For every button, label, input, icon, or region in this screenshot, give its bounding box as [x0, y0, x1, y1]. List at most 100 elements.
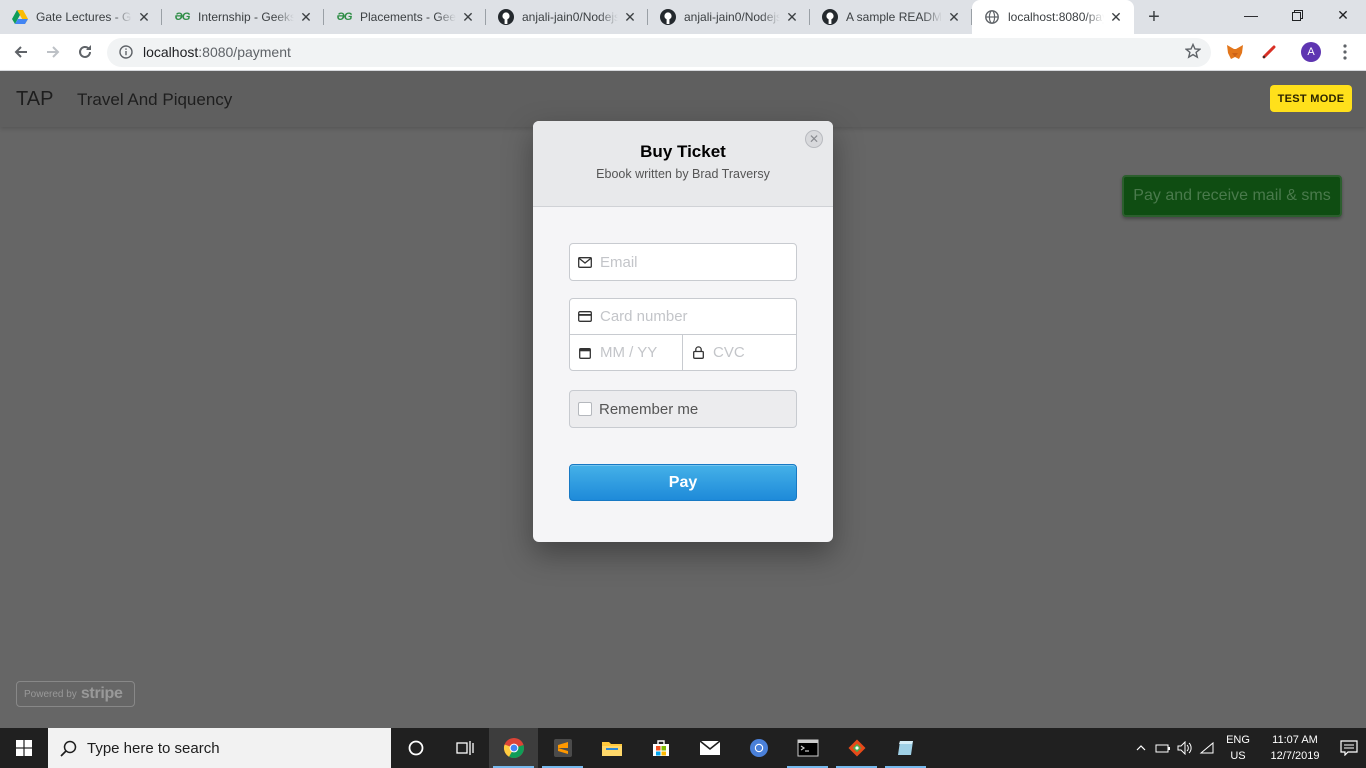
- pay-receive-mail-sms-button[interactable]: Pay and receive mail & sms: [1122, 175, 1342, 217]
- remember-me-label: Remember me: [599, 400, 699, 418]
- close-tab-icon[interactable]: ✕: [460, 9, 476, 25]
- close-window-icon[interactable]: ✕: [1320, 0, 1366, 30]
- site-info-icon[interactable]: [117, 43, 135, 61]
- stripe-wordmark: stripe: [80, 685, 123, 702]
- command-prompt-icon[interactable]: [783, 728, 832, 768]
- forward-icon[interactable]: [37, 36, 69, 68]
- battery-icon[interactable]: [1152, 743, 1174, 753]
- tab-title: anjali-jain0/Nodejs: [522, 10, 618, 24]
- chevron-up-icon[interactable]: [1130, 745, 1152, 751]
- tab-title: Gate Lectures - Google Drive: [36, 10, 132, 24]
- task-view-icon[interactable]: [440, 728, 489, 768]
- github-icon: [660, 9, 676, 25]
- checkout-title: Buy Ticket: [640, 142, 726, 161]
- app-navbar: TAP Travel And Piquency TEST MODE: [0, 71, 1366, 127]
- remember-me-checkbox[interactable]: [578, 402, 592, 416]
- globe-icon: [984, 9, 1000, 25]
- email-placeholder: Email: [600, 253, 638, 271]
- taskbar-clock[interactable]: 11:07 AM 12/7/2019: [1258, 732, 1332, 764]
- tab-title: A sample README: [846, 10, 942, 24]
- profile-avatar[interactable]: A: [1295, 36, 1327, 68]
- clock-date: 12/7/2019: [1270, 750, 1320, 762]
- powered-by-stripe-badge[interactable]: Powered by stripe: [16, 681, 135, 707]
- powered-by-text: Powered by: [24, 688, 77, 700]
- test-mode-badge: TEST MODE: [1270, 85, 1352, 112]
- tab-internship[interactable]: ƏG Internship - GeeksforGeeks ✕: [162, 0, 324, 34]
- envelope-icon: [570, 256, 600, 268]
- back-icon[interactable]: [5, 36, 37, 68]
- expiry-placeholder: MM / YY: [600, 344, 658, 361]
- google-drive-icon: [12, 9, 28, 25]
- close-modal-icon[interactable]: ✕: [805, 130, 823, 148]
- page-content: TAP Travel And Piquency TEST MODE Pay an…: [0, 71, 1366, 728]
- cortana-icon[interactable]: [391, 728, 440, 768]
- tab-github-nodejs-2[interactable]: anjali-jain0/Nodejs ✕: [648, 0, 810, 34]
- tab-github-nodejs-1[interactable]: anjali-jain0/Nodejs ✕: [486, 0, 648, 34]
- windows-start-icon[interactable]: [0, 728, 48, 768]
- system-tray: ENG US 11:07 AM 12/7/2019: [1130, 728, 1366, 768]
- avatar-initial: A: [1301, 42, 1321, 62]
- reload-icon[interactable]: [69, 36, 101, 68]
- close-tab-icon[interactable]: ✕: [946, 9, 962, 25]
- mail-icon[interactable]: [685, 728, 734, 768]
- sublime-text-icon[interactable]: [538, 728, 587, 768]
- geeksforgeeks-icon: ƏG: [174, 11, 191, 23]
- url-path: :8080/payment: [198, 44, 291, 60]
- git-client-icon[interactable]: [832, 728, 881, 768]
- brand-logo[interactable]: TAP: [16, 88, 53, 111]
- pen-extension-icon[interactable]: [1253, 36, 1285, 68]
- address-bar[interactable]: localhost:8080/payment: [107, 37, 1211, 67]
- windows-taskbar: Type here to search ENG US 11:07 AM 12/7…: [0, 728, 1366, 768]
- github-icon: [498, 9, 514, 25]
- expiry-field[interactable]: MM / YY: [569, 334, 683, 371]
- lock-icon: [683, 346, 713, 359]
- bookmark-star-icon[interactable]: [1184, 42, 1202, 62]
- tab-localhost-payment[interactable]: localhost:8080/payment ✕: [972, 0, 1134, 34]
- tab-title: Placements - GeeksforGeeks: [360, 10, 456, 24]
- browser-tab-strip: Gate Lectures - Google Drive ✕ ƏG Intern…: [0, 0, 1366, 34]
- tab-sample-readme[interactable]: A sample README ✕: [810, 0, 972, 34]
- tab-placements[interactable]: ƏG Placements - GeeksforGeeks ✕: [324, 0, 486, 34]
- clock-time: 11:07 AM: [1272, 734, 1318, 746]
- region-code: US: [1230, 750, 1246, 762]
- tab-title: Internship - GeeksforGeeks: [198, 10, 294, 24]
- tab-title: anjali-jain0/Nodejs: [684, 10, 780, 24]
- checkout-description: Ebook written by Brad Traversy: [596, 167, 770, 181]
- close-tab-icon[interactable]: ✕: [622, 9, 638, 25]
- taskbar-search-box[interactable]: Type here to search: [48, 728, 391, 768]
- calendar-icon: [570, 347, 600, 359]
- email-field[interactable]: Email: [569, 243, 797, 281]
- metamask-extension-icon[interactable]: [1219, 36, 1251, 68]
- pay-button[interactable]: Pay: [569, 464, 797, 501]
- chrome-taskbar-icon[interactable]: [489, 728, 538, 768]
- action-center-icon[interactable]: [1332, 740, 1366, 756]
- minimize-icon[interactable]: —: [1228, 0, 1274, 30]
- github-icon: [822, 9, 838, 25]
- chromium-icon[interactable]: [734, 728, 783, 768]
- search-placeholder: Type here to search: [87, 739, 220, 757]
- close-tab-icon[interactable]: ✕: [1108, 9, 1124, 25]
- credit-card-icon: [570, 311, 600, 322]
- wifi-icon[interactable]: [1196, 741, 1218, 755]
- new-tab-button[interactable]: +: [1140, 3, 1168, 31]
- geeksforgeeks-icon: ƏG: [336, 11, 353, 23]
- card-number-field[interactable]: Card number: [569, 298, 797, 335]
- close-tab-icon[interactable]: ✕: [136, 9, 152, 25]
- close-tab-icon[interactable]: ✕: [298, 9, 314, 25]
- remember-me-row[interactable]: Remember me: [569, 390, 797, 428]
- volume-icon[interactable]: [1174, 741, 1196, 755]
- menu-dots-icon[interactable]: [1329, 36, 1361, 68]
- input-language[interactable]: ENG US: [1218, 732, 1258, 764]
- file-explorer-icon[interactable]: [587, 728, 636, 768]
- notes-app-icon[interactable]: [881, 728, 930, 768]
- microsoft-store-icon[interactable]: [636, 728, 685, 768]
- cvc-field[interactable]: CVC: [682, 334, 797, 371]
- restore-icon[interactable]: [1274, 0, 1320, 30]
- search-icon: [60, 740, 77, 757]
- browser-toolbar: localhost:8080/payment A: [0, 34, 1366, 71]
- close-tab-icon[interactable]: ✕: [784, 9, 800, 25]
- tab-title: localhost:8080/payment: [1008, 10, 1104, 24]
- language-code: ENG: [1226, 734, 1250, 746]
- tab-gate-lectures[interactable]: Gate Lectures - Google Drive ✕: [0, 0, 162, 34]
- card-number-placeholder: Card number: [600, 308, 688, 325]
